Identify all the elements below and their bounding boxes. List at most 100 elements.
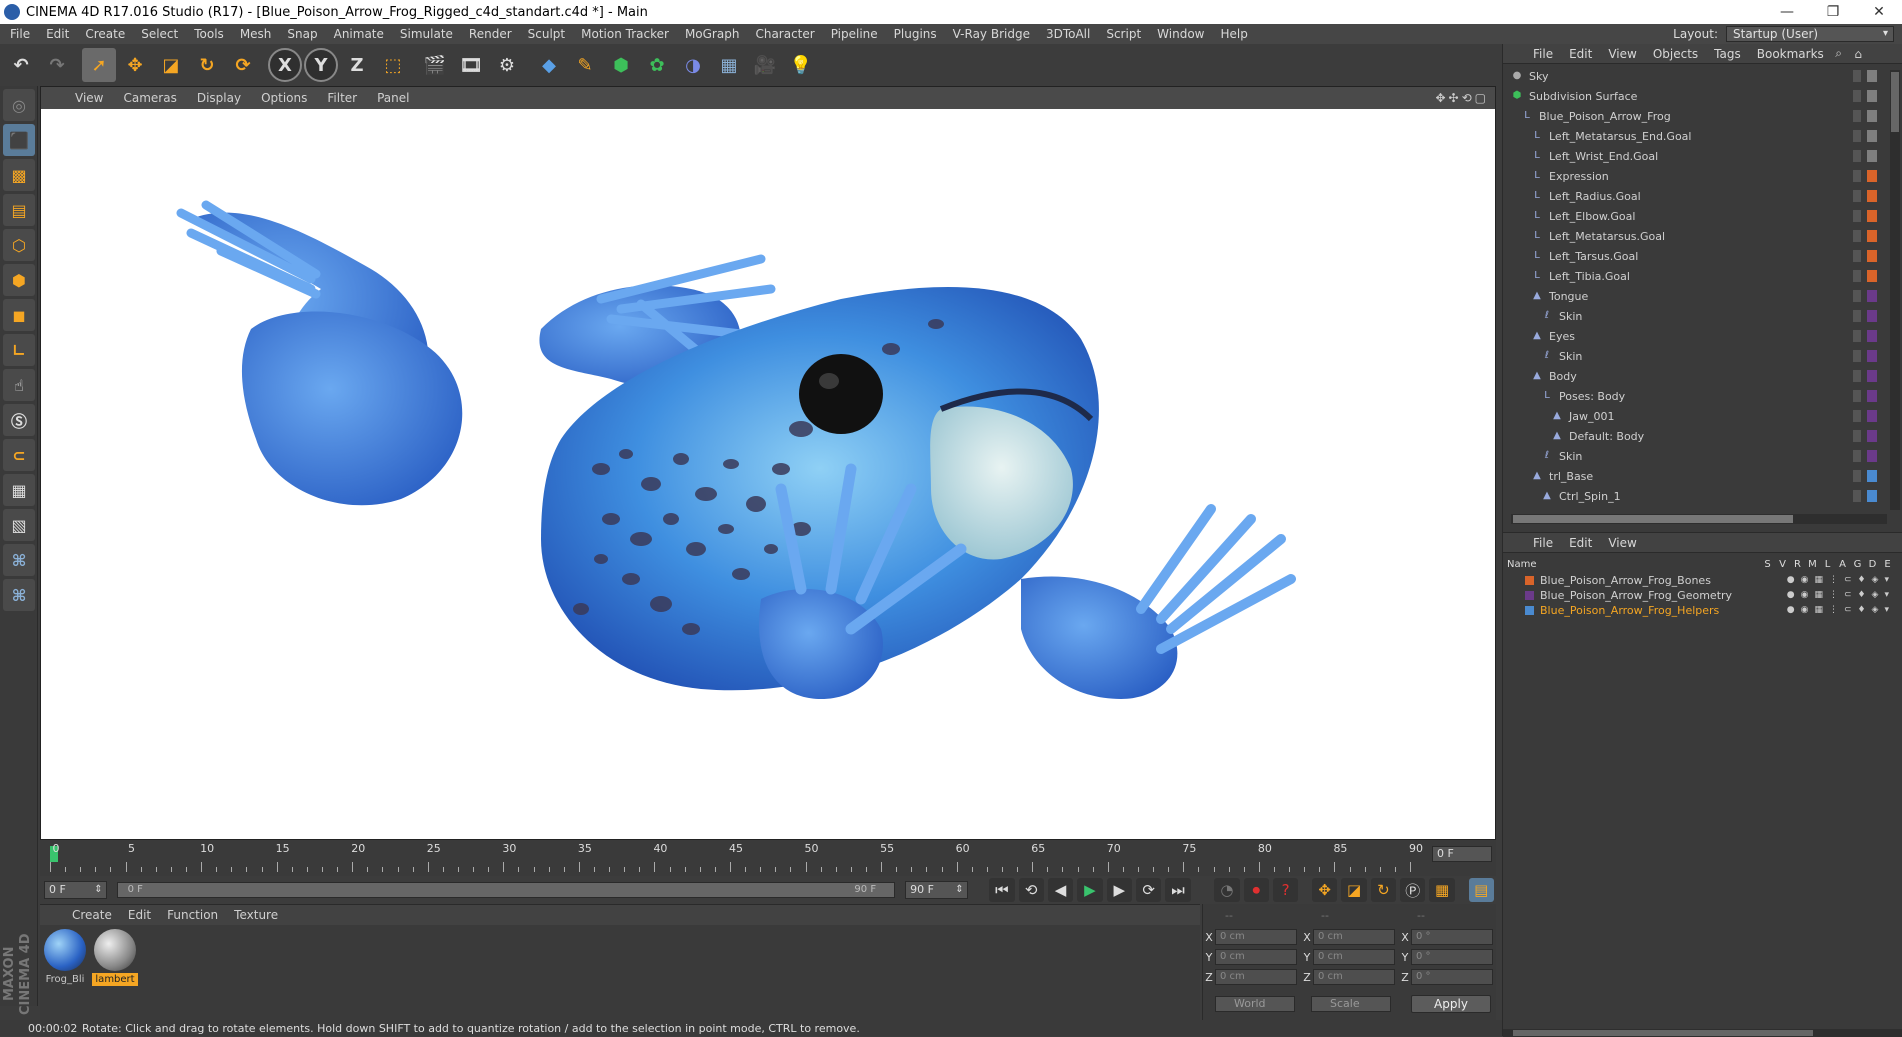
visibility-toggle[interactable] [1853,390,1861,402]
visibility-toggle[interactable] [1853,90,1861,102]
menu-character[interactable]: Character [747,27,822,41]
object-tree-row[interactable]: ℓ Skin [1503,446,1883,466]
recent-tool-icon[interactable]: ⟳ [226,48,260,82]
polygons-mode-icon[interactable]: ◼ [3,299,35,331]
menu-window[interactable]: Window [1149,27,1212,41]
object-tree-row[interactable]: ▲ Eyes [1503,326,1883,346]
go-to-end-icon[interactable]: ⏭ [1165,878,1191,902]
camera-icon[interactable]: 🎥 [748,48,782,82]
object-tree-horizontal-scrollbar[interactable] [1511,514,1887,524]
layer-row[interactable]: Blue_Poison_Arrow_Frog_Bones ●◉▦⋮⊂♦◈▾ [1503,573,1902,588]
render-view-icon[interactable]: 🎬 [418,48,452,82]
next-frame-icon[interactable]: ▶ [1106,878,1132,902]
menu-snap[interactable]: Snap [279,27,325,41]
y-axis-lock-button[interactable]: Y [304,48,338,82]
apply-button[interactable]: Apply [1411,995,1491,1013]
object-tree-row[interactable]: ▲ Ctrl_Spin_1 [1503,486,1883,506]
visibility-toggle[interactable] [1853,170,1861,182]
coordinate-system-icon[interactable]: ⬚ [376,48,410,82]
size-mode-dropdown[interactable]: Scale [1311,996,1391,1012]
menu-animate[interactable]: Animate [326,27,392,41]
object-menu-view[interactable]: View [1600,47,1644,61]
minimize-button[interactable]: — [1764,0,1810,24]
key-scale-icon[interactable]: ◪ [1341,878,1367,902]
layer-menu-file[interactable]: File [1525,536,1561,550]
start-frame-field[interactable]: 0 F [44,881,107,899]
material-menu-texture[interactable]: Texture [226,908,286,922]
menu-render[interactable]: Render [461,27,520,41]
make-editable-icon[interactable]: ◎ [3,89,35,121]
restore-button[interactable]: ❐ [1810,0,1856,24]
object-tree-row[interactable]: L Left_Metatarsus.Goal [1503,226,1883,246]
object-tree-row[interactable]: L Poses: Body [1503,386,1883,406]
locked-workplane-icon[interactable]: ▧ [3,509,35,541]
pos-y-field[interactable]: 0 cm [1215,949,1297,965]
floor-scene-icon[interactable]: ▦ [712,48,746,82]
layer-color-tag[interactable] [1867,250,1877,262]
solo-mode-icon[interactable]: Ⓢ [3,404,35,436]
object-tree-row[interactable]: ▲ Default: Body [1503,426,1883,446]
menu-select[interactable]: Select [133,27,186,41]
deformer-icon[interactable]: ◑ [676,48,710,82]
visibility-toggle[interactable] [1853,150,1861,162]
menu-mesh[interactable]: Mesh [232,27,280,41]
rot-b-field[interactable]: 0 ° [1411,969,1493,985]
layer-color-tag[interactable] [1867,390,1877,402]
timeline-ruler[interactable]: 0 5 10 15 20 25 30 35 40 45 50 55 60 65 70 75 80 85 90 [50,842,1430,872]
visibility-toggle[interactable] [1853,350,1861,362]
layer-color-tag[interactable] [1867,130,1877,142]
viewport-menu-cameras[interactable]: Cameras [113,91,186,105]
layer-color-tag[interactable] [1867,430,1877,442]
object-tree-row[interactable]: ▲ Tongue [1503,286,1883,306]
key-pla-icon[interactable]: ▦ [1429,878,1455,902]
cube-primitive-icon[interactable]: ◆ [532,48,566,82]
layer-color-tag[interactable] [1867,310,1877,322]
current-frame-field[interactable]: 0 F [1432,846,1492,862]
object-tree-row[interactable]: ⬢ Subdivision Surface [1503,86,1883,106]
model-mode-icon[interactable]: ⬛ [3,124,35,156]
play-forward-icon[interactable]: ▶ [1077,878,1103,902]
live-selection-icon[interactable]: ➚ [82,48,116,82]
menu-script[interactable]: Script [1098,27,1149,41]
object-menu-tags[interactable]: Tags [1706,47,1749,61]
previous-frame-icon[interactable]: ◀ [1047,878,1074,902]
visibility-toggle[interactable] [1853,210,1861,222]
render-picture-viewer-icon[interactable]: 🎞 [454,48,488,82]
menu-mograph[interactable]: MoGraph [677,27,748,41]
points-mode-icon[interactable]: ⬡ [3,229,35,261]
layer-color-tag[interactable] [1867,330,1877,342]
layer-color-tag[interactable] [1867,150,1877,162]
object-tree-row[interactable]: L Left_Metatarsus_End.Goal [1503,126,1883,146]
visibility-toggle[interactable] [1853,370,1861,382]
scale-icon[interactable]: ◪ [154,48,188,82]
layer-color-tag[interactable] [1867,350,1877,362]
end-frame-field[interactable]: 90 F [905,881,968,899]
search-icon[interactable]: ⌕ [1835,46,1842,61]
layer-flag-toggles[interactable]: ●◉▦⋮⊂♦◈▾ [1787,590,1895,600]
visibility-toggle[interactable] [1853,270,1861,282]
menu-pipeline[interactable]: Pipeline [823,27,886,41]
undo-icon[interactable]: ↶ [4,48,38,82]
layout-dropdown[interactable]: Startup (User) [1726,26,1894,42]
spline-pen-icon[interactable]: ✎ [568,48,602,82]
menu-3dtoall[interactable]: 3DToAll [1038,27,1098,41]
layer-color-swatch[interactable] [1525,591,1534,600]
workplane-mode-icon[interactable]: ▤ [3,194,35,226]
3d-viewport[interactable]: View Cameras Display Options Filter Pane… [40,86,1496,840]
layer-color-tag[interactable] [1867,450,1877,462]
object-tree-row[interactable]: ● Sky [1503,66,1883,86]
layer-menu-edit[interactable]: Edit [1561,536,1600,550]
rot-p-field[interactable]: 0 ° [1411,949,1493,965]
layer-color-tag[interactable] [1867,170,1877,182]
layer-color-tag[interactable] [1867,190,1877,202]
visibility-toggle[interactable] [1853,490,1861,502]
coordinate-space-dropdown[interactable]: World [1215,996,1295,1012]
viewport-menu-view[interactable]: View [65,91,113,105]
keyframe-selection-icon[interactable]: ? [1272,878,1299,902]
edit-render-settings-icon[interactable]: ⚙ [490,48,524,82]
pos-z-field[interactable]: 0 cm [1215,969,1297,985]
layer-color-swatch[interactable] [1525,606,1534,615]
visibility-toggle[interactable] [1853,290,1861,302]
layer-color-tag[interactable] [1867,470,1877,482]
cloner-icon[interactable]: ✿ [640,48,674,82]
